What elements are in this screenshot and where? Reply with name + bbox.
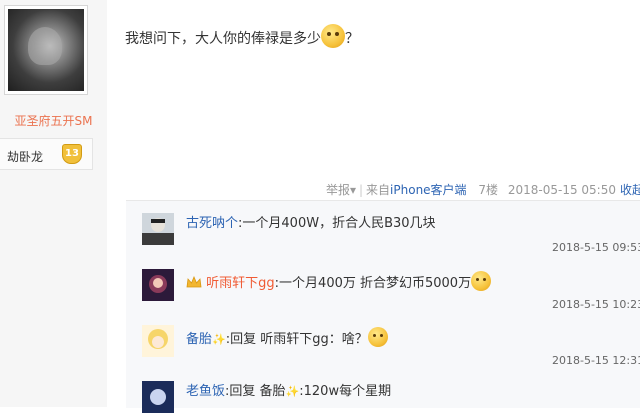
reply-avatar[interactable] [142,269,174,301]
post-meta: 举报▾ | 来自iPhone客户端 7楼 2018-05-15 05:50 [325,183,616,197]
reply-username[interactable]: 老鱼饭 [186,384,225,399]
post-datetime: 2018-05-15 05:50 [507,183,616,197]
reply-time: 2018-5-15 12:31 [552,354,640,367]
reply-username[interactable]: 备胎 [186,332,212,347]
vip-crown-icon [186,276,202,288]
reply-text: 一个月400W，折合人民B30几块 [242,216,436,231]
reply-list: 古死呐个:一个月400W，折合人民B30几块 2018-5-15 09:53 听… [126,200,640,413]
reply-time: 2018-5-15 09:53 [552,241,640,254]
surprised-face-emoji-icon [471,271,492,291]
author-sidebar: 亚圣府五开SM 劫卧龙 13 [0,0,107,407]
reply-text: 回复 备胎 [229,384,286,399]
reply-username[interactable]: 古死呐个 [186,216,238,231]
post-text: 我想问下，大人你的俸禄是多少 [125,31,321,47]
avatar-image [8,9,84,91]
author-avatar[interactable] [4,5,88,95]
collapse-replies-link[interactable]: 收起 [620,181,640,198]
report-link[interactable]: 举报▾ [326,183,356,197]
grin-face-emoji-icon [367,327,388,347]
reply-text-tail: :120w每个星期 [299,384,392,399]
reply-time: 2018-5-15 10:23 [552,298,640,311]
reply-username[interactable]: 听雨轩下gg [206,276,275,291]
post-content: 我想问下，大人你的俸禄是多少 ？ [125,24,359,48]
reply-text: 回复 听雨轩下gg：啥？ [230,332,368,347]
post-floor: 亚圣府五开SM 劫卧龙 13 我想问下，大人你的俸禄是多少 ？ 举报▾ | 来自iPh… [0,0,640,413]
source-device-link[interactable]: iPhone客户端 [390,183,467,197]
reply-text: 一个月400万 折合梦幻币5000万 [279,276,472,291]
author-rank: 劫卧龙 13 [0,138,93,170]
author-username[interactable]: 亚圣府五开SM [0,112,107,129]
level-badge[interactable]: 13 [62,144,82,164]
floor-number: 7楼 [478,183,499,197]
angry-face-emoji-icon [321,24,345,48]
reply-avatar[interactable] [142,325,174,357]
sparkle-icon: ✨ [212,333,226,346]
sparkle-icon: ✨ [285,385,300,398]
post-text-suffix: ？ [345,31,359,47]
source-prefix: 来自 [366,183,391,197]
reply-avatar[interactable] [142,381,174,413]
reply-avatar[interactable] [142,213,174,245]
rank-title: 劫卧龙 [7,150,44,164]
